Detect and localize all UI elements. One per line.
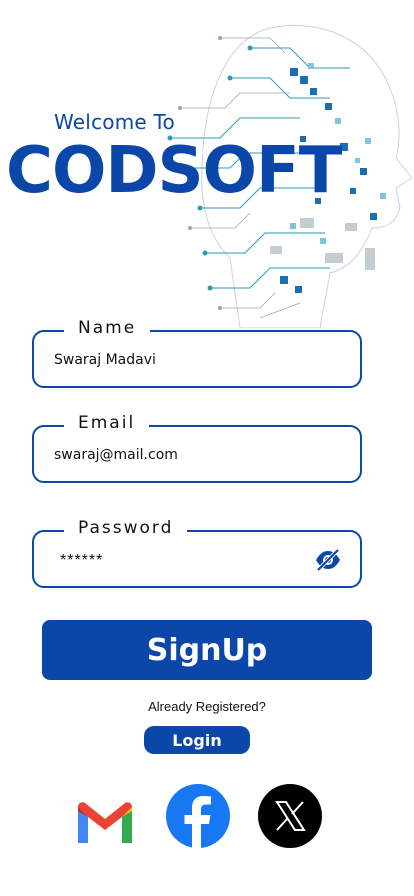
eye-slash-icon[interactable] xyxy=(314,548,342,572)
email-field[interactable]: Email xyxy=(32,413,362,483)
hero-banner: Welcome To CODSOFT xyxy=(0,0,414,330)
email-input[interactable] xyxy=(52,439,316,471)
signup-button[interactable]: SignUp xyxy=(42,620,372,680)
already-registered-text: Already Registered? xyxy=(148,699,266,714)
login-button[interactable]: Login xyxy=(144,726,250,754)
name-field[interactable]: Name xyxy=(32,318,362,388)
gmail-icon[interactable] xyxy=(74,793,136,855)
email-label: Email xyxy=(64,413,150,433)
x-icon[interactable] xyxy=(258,784,322,848)
facebook-icon[interactable] xyxy=(166,784,230,848)
brand-title: CODSOFT xyxy=(6,134,342,208)
password-field[interactable]: Password ****** xyxy=(32,518,362,588)
password-label: Password xyxy=(64,518,188,538)
password-input[interactable]: ****** xyxy=(60,552,103,570)
name-label: Name xyxy=(64,318,151,338)
welcome-text: Welcome To xyxy=(54,110,175,134)
name-input[interactable] xyxy=(52,344,316,376)
